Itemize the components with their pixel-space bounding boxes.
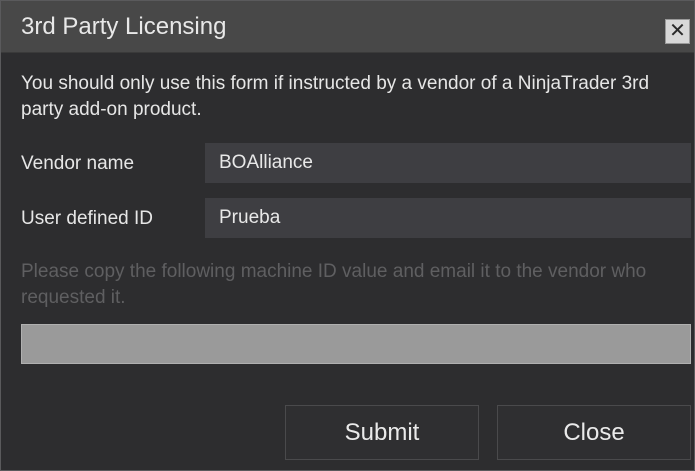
dialog-title: 3rd Party Licensing: [21, 13, 227, 40]
intro-text: You should only use this form if instruc…: [21, 73, 650, 120]
user-id-label: User defined ID: [21, 208, 154, 229]
licensing-dialog: 3rd Party Licensing ✕ You should only us…: [0, 0, 695, 471]
user-id-input[interactable]: [205, 198, 691, 238]
machine-id-hint: Please copy the following machine ID val…: [21, 261, 647, 308]
machine-id-field[interactable]: [21, 324, 691, 364]
submit-button[interactable]: Submit: [285, 405, 479, 460]
vendor-name-input[interactable]: [205, 143, 691, 183]
vendor-name-label: Vendor name: [21, 153, 135, 174]
close-button[interactable]: Close: [497, 405, 691, 460]
title-bar[interactable]: 3rd Party Licensing ✕: [1, 1, 694, 53]
close-icon[interactable]: ✕: [665, 19, 690, 44]
